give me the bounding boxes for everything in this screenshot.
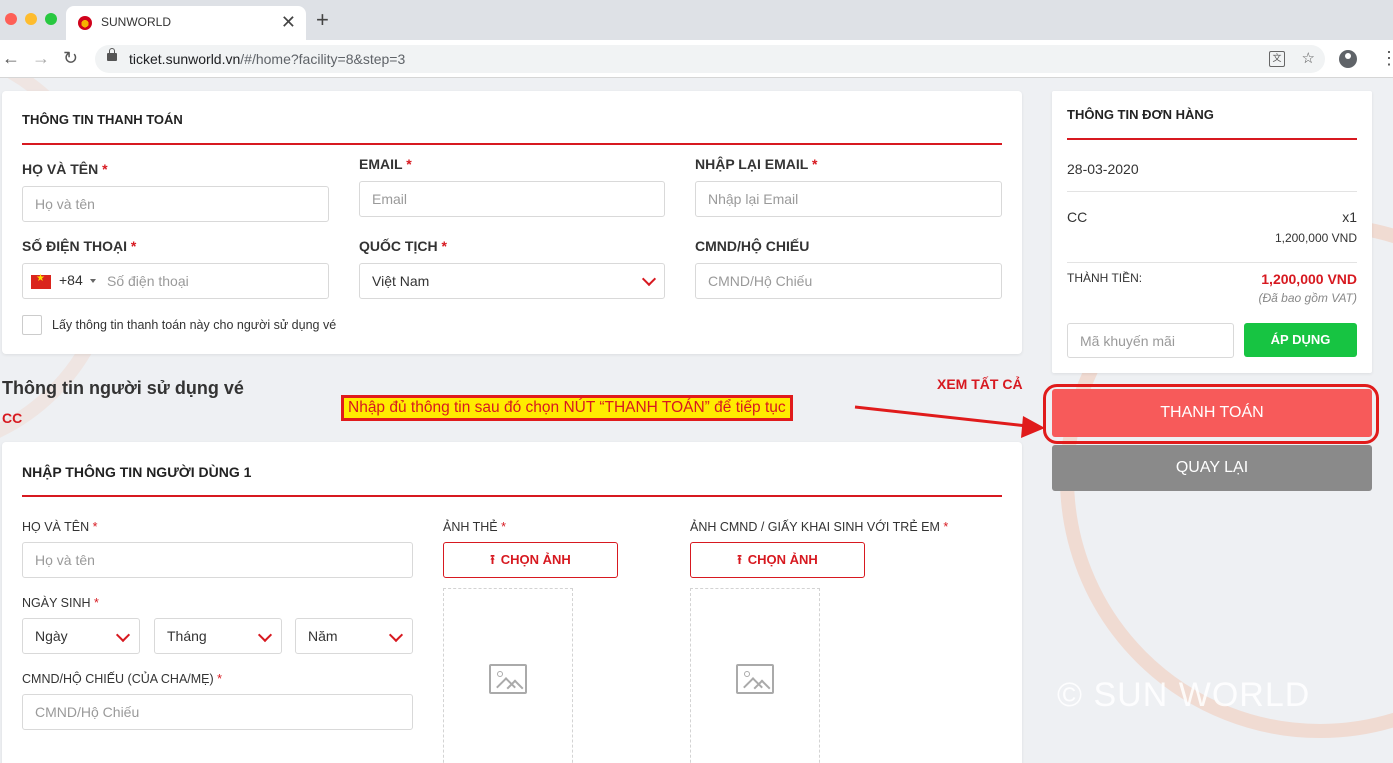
tab-title: SUNWORLD [101,15,172,29]
copy-info-checkbox[interactable] [22,315,42,335]
country-code[interactable]: +84 [59,272,83,288]
url-path: /#/home?facility=8&step=3 [240,51,406,67]
vietnam-flag-icon [31,273,51,289]
back-button[interactable]: QUAY LẠI [1052,445,1372,491]
page-content: THÔNG TIN THANH TOÁN HỌ VÀ TÊN * Họ và t… [0,78,1393,763]
browser-toolbar: ← → ↻ ticket.sunworld.vn/#/home?facility… [0,40,1393,78]
id-label: CMND/HỘ CHIẾU [695,238,810,254]
email-confirm-label: NHẬP LẠI EMAIL * [695,156,818,172]
total-value: 1,200,000 VND [1261,271,1357,287]
order-item-name: CC [1067,209,1088,225]
image-placeholder-icon [489,664,527,694]
annotation-arrow [854,405,1045,438]
divider [22,143,1002,145]
reload-icon[interactable]: ↻ [63,47,78,69]
menu-icon[interactable]: ⋮ [1380,48,1393,68]
separator [1067,262,1357,263]
photo-preview [443,588,573,763]
star-icon[interactable]: ☆ [1302,50,1315,68]
ticket-users-heading: Thông tin người sử dụng vé [2,378,244,398]
month-select[interactable]: Tháng [154,618,282,654]
close-tab-icon[interactable]: ✕ [281,12,296,32]
pay-button-highlight [1043,384,1379,444]
minimize-window-button[interactable] [25,13,37,25]
nationality-value: Việt Nam [372,273,430,289]
url-host: ticket.sunworld.vn [129,51,241,67]
zoom-window-button[interactable] [45,13,57,25]
user-info-title: NHẬP THÔNG TIN NGƯỜI DÙNG 1 [22,464,252,480]
order-item-qty: x1 [1342,209,1357,225]
image-placeholder-icon [736,664,774,694]
choose-doc-photo-label: CHỌN ẢNH [747,552,818,567]
payment-info-title: THÔNG TIN THANH TOÁN [22,112,183,127]
vat-note: (Đã bao gồm VAT) [1258,291,1357,305]
order-info-title: THÔNG TIN ĐƠN HÀNG [1067,107,1214,122]
lock-icon[interactable] [107,48,117,61]
instruction-callout: Nhập đủ thông tin sau đó chọn NÚT “THANH… [341,395,793,421]
day-placeholder: Ngày [35,628,68,644]
sunworld-favicon-icon [78,16,92,30]
day-select[interactable]: Ngày [22,618,140,654]
upload-icon: ⭱ [490,552,495,567]
profile-icon[interactable] [1339,50,1357,68]
upload-icon: ⭱ [737,552,742,567]
order-date: 28-03-2020 [1067,161,1139,177]
apply-promo-button[interactable]: ÁP DỤNG [1244,323,1357,357]
phone-placeholder: Số điện thoại [107,273,189,289]
new-tab-icon[interactable]: + [316,8,329,32]
browser-tab-bar: SUNWORLD ✕ + [0,0,1393,40]
choose-photo-label: CHỌN ẢNH [500,552,571,567]
nationality-label: QUỐC TỊCH * [359,238,447,254]
parent-id-label: CMND/HỘ CHIẾU (CỦA CHA/MẸ) * [22,672,223,686]
phone-label: SỐ ĐIỆN THOẠI * [22,238,137,254]
see-all-link[interactable]: XEM TẤT CẢ [937,376,1023,392]
promo-code-input[interactable]: Mã khuyến mãi [1067,323,1234,358]
copy-info-label: Lấy thông tin thanh toán này cho người s… [52,318,337,332]
chevron-down-icon [641,271,657,287]
translate-icon[interactable]: 文 [1269,51,1285,67]
email-label: EMAIL * [359,156,412,172]
total-label: THÀNH TIỀN: [1067,271,1143,285]
doc-photo-label: ẢNH CMND / GIẤY KHAI SINH VỚI TRẺ EM * [690,520,949,534]
email-confirm-input[interactable]: Nhập lại Email [695,181,1002,217]
user-fullname-input[interactable]: Họ và tên [22,542,413,578]
user-fullname-label: HỌ VÀ TÊN * [22,520,98,534]
year-placeholder: Năm [308,628,338,644]
back-arrow-icon[interactable]: ← [2,47,20,69]
separator [1067,191,1357,192]
year-select[interactable]: Năm [295,618,413,654]
order-info-card: THÔNG TIN ĐƠN HÀNG 28-03-2020 CC x1 1,20… [1052,91,1372,373]
choose-doc-photo-button[interactable]: ⭱ CHỌN ẢNH [690,542,865,578]
chevron-down-icon [388,627,404,643]
email-input[interactable]: Email [359,181,665,217]
user-info-card: NHẬP THÔNG TIN NGƯỜI DÙNG 1 HỌ VÀ TÊN * … [2,442,1022,763]
payment-info-card: THÔNG TIN THANH TOÁN HỌ VÀ TÊN * Họ và t… [2,91,1022,354]
ticket-type-cc[interactable]: CC [2,410,22,426]
month-placeholder: Tháng [167,628,207,644]
phone-input[interactable]: +84 Số điện thoại [22,263,329,299]
address-bar[interactable]: ticket.sunworld.vn/#/home?facility=8&ste… [95,45,1325,73]
order-item-price: 1,200,000 VND [1274,231,1357,245]
nationality-select[interactable]: Việt Nam [359,263,665,299]
fullname-input[interactable]: Họ và tên [22,186,329,222]
fullname-label: HỌ VÀ TÊN * [22,161,108,177]
sunworld-watermark: © SUN WORLD [1057,676,1311,714]
chevron-down-icon [257,627,273,643]
divider [22,495,1002,497]
caret-down-icon[interactable] [90,279,96,283]
divider [1067,138,1357,140]
photo-label: ẢNH THẺ * [443,520,506,534]
close-window-button[interactable] [5,13,17,25]
forward-arrow-icon[interactable]: → [32,47,50,69]
parent-id-input[interactable]: CMND/Hộ Chiếu [22,694,413,730]
doc-photo-preview [690,588,820,763]
url-text: ticket.sunworld.vn/#/home?facility=8&ste… [129,51,405,67]
chevron-down-icon [115,627,131,643]
dob-label: NGÀY SINH * [22,596,99,610]
choose-photo-button[interactable]: ⭱ CHỌN ẢNH [443,542,618,578]
id-input[interactable]: CMND/Hộ Chiếu [695,263,1002,299]
browser-tab[interactable]: SUNWORLD ✕ [66,6,306,40]
